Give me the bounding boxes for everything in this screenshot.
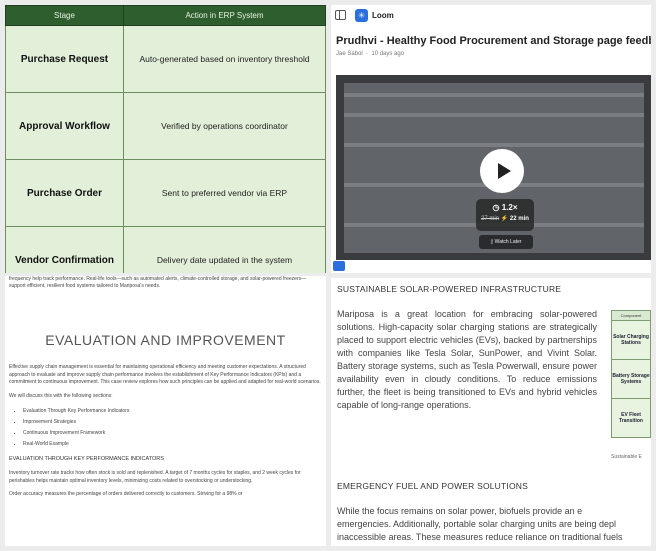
evaluation-document-panel: frequency help track performance. Real-l… — [5, 276, 326, 546]
table-caption: Sustainable E — [611, 454, 642, 460]
list-item: Improvement Strategies — [23, 417, 322, 428]
table-row: Approval Workflow Verified by operations… — [5, 92, 326, 160]
play-button[interactable] — [480, 149, 524, 193]
sped-up-duration: 22 min — [509, 216, 529, 222]
watch-later-button[interactable]: ▯ Watch Later — [479, 235, 533, 249]
video-player[interactable]: ◷ 1.2× 27 min ⚡ 22 min ▯ Watch Later — [336, 75, 651, 260]
kpi-subheading: EVALUATION THROUGH KEY PERFORMANCE INDIC… — [9, 456, 164, 462]
emergency-line: While the focus remains on solar power, … — [337, 506, 583, 516]
stage-cell: Approval Workflow — [5, 92, 124, 160]
action-cell: Auto-generated based on inventory thresh… — [123, 25, 326, 93]
emergency-line: inaccessible areas. These measures reduc… — [337, 532, 623, 542]
lightning-icon: ⚡ — [500, 216, 509, 222]
list-item: Continuous Improvement Framework — [23, 428, 322, 439]
turnover-paragraph: Inventory turnover rate tracks how often… — [9, 470, 301, 484]
loom-video-panel: ✳ Loom Prudhvi - Healthy Food Procuremen… — [331, 5, 651, 273]
component-cell: EV Fleet Transition — [611, 398, 651, 438]
table-header-stage: Stage — [5, 5, 124, 26]
loom-app-name: Loom — [372, 10, 394, 20]
emergency-line: emergencies. Additionally, portable sola… — [337, 519, 617, 529]
loom-header: ✳ Loom — [331, 5, 651, 25]
solar-document-panel: SUSTAINABLE SOLAR-POWERED INFRASTRUCTURE… — [331, 278, 651, 546]
video-meta: Jae Sabol · 10 days ago — [336, 51, 405, 57]
video-title: Prudhvi - Healthy Food Procurement and S… — [336, 35, 651, 47]
table-header-action: Action in ERP System — [123, 5, 326, 26]
table-row: Purchase Request Auto-generated based on… — [5, 25, 326, 93]
action-cell: Delivery date updated in the system — [123, 226, 326, 273]
page-title: EVALUATION AND IMPROVEMENT — [45, 332, 286, 348]
original-duration: 27 min — [481, 216, 500, 222]
component-cell: Battery Storage Systems — [611, 359, 651, 399]
table-row: Purchase Order Sent to preferred vendor … — [5, 159, 326, 227]
gauge-icon: ◷ — [492, 203, 500, 212]
emergency-heading: EMERGENCY FUEL AND POWER SOLUTIONS — [337, 481, 528, 491]
list-item: Evaluation Through Key Performance Indic… — [23, 406, 322, 417]
table-row: Vendor Confirmation Delivery date update… — [5, 226, 326, 273]
list-item: Real-World Example — [23, 439, 322, 450]
sections-list: Evaluation Through Key Performance Indic… — [23, 406, 322, 450]
sidebar-toggle-icon[interactable] — [335, 10, 346, 20]
intro-paragraph: Effective supply chain management is ess… — [9, 364, 321, 385]
emergency-paragraph: While the focus remains on solar power, … — [337, 505, 651, 544]
sections-lead: We will discuss this with the following … — [9, 392, 113, 399]
video-age: 10 days ago — [371, 51, 405, 57]
camera-icon[interactable] — [333, 261, 345, 271]
stage-cell: Purchase Request — [5, 25, 124, 93]
solar-heading: SUSTAINABLE SOLAR-POWERED INFRASTRUCTURE — [337, 284, 562, 294]
solar-paragraph: Mariposa is a great location for embraci… — [337, 309, 597, 410]
video-author[interactable]: Jae Sabol — [336, 51, 363, 57]
playback-speed-badge[interactable]: ◷ 1.2× 27 min ⚡ 22 min — [476, 199, 534, 231]
accuracy-paragraph: Order accuracy measures the percentage o… — [9, 491, 243, 497]
stage-cell: Purchase Order — [5, 159, 124, 227]
action-cell: Sent to preferred vendor via ERP — [123, 159, 326, 227]
document-fragment: frequency help track performance. Real-l… — [9, 276, 307, 289]
erp-stage-table: Stage Action in ERP System Purchase Requ… — [5, 5, 326, 273]
loom-logo-icon: ✳ — [355, 8, 368, 22]
erp-stage-table-panel: Stage Action in ERP System Purchase Requ… — [5, 5, 326, 273]
speed-value: 1.2× — [501, 203, 518, 212]
stage-cell: Vendor Confirmation — [5, 226, 124, 273]
component-cell: Solar Charging Stations — [611, 320, 651, 360]
component-header: Component — [611, 310, 651, 321]
component-table: Component Solar Charging Stations Batter… — [611, 310, 651, 438]
watch-later-label: Watch Later — [494, 239, 522, 245]
action-cell: Verified by operations coordinator — [123, 92, 326, 160]
